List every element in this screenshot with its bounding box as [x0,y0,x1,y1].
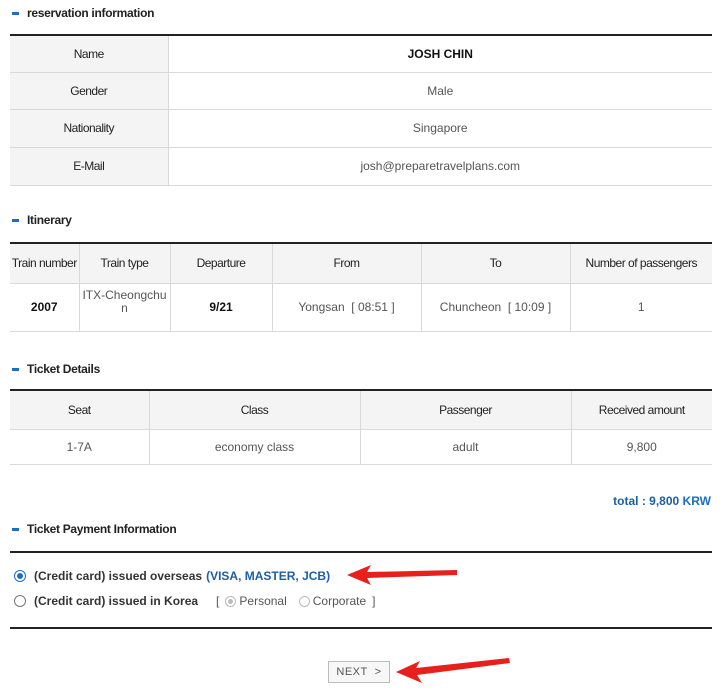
col-header: Passenger [360,390,572,430]
section-title-reservation: reservation information [12,6,154,20]
table-row: Name JOSH CHIN [10,35,712,73]
section-title-payment: Ticket Payment Information [12,522,177,536]
section-bullet [12,367,19,371]
personal-label: Personal [239,594,287,608]
table-row: Nationality Singapore [10,109,712,148]
col-header: Class [149,390,361,430]
next-button-label: NEXT > [336,666,382,678]
section-bullet [12,11,19,15]
table-row: E-Mail josh@preparetravelplans.com [10,147,712,186]
passenger-type-value: adult [360,429,572,465]
gender-label: Gender [10,72,169,110]
payment-option-korea[interactable]: (Credit card) issued in Korea [ Personal… [14,594,381,608]
total-label: total : 9,800 [613,494,680,508]
radio-personal[interactable] [225,595,237,607]
table-row: 1-7A economy class adult 9,800 [10,429,712,465]
nationality-value: Singapore [168,109,712,148]
col-header: Seat [10,390,150,430]
section-bullet [12,527,19,531]
col-header: Received amount [571,390,712,430]
annotation-arrow-icon [347,565,457,585]
itinerary-table: Train number Train type Departure From T… [10,242,712,332]
reservation-table: Name JOSH CHIN Gender Male Nationality S… [10,34,712,186]
col-header: To [421,243,571,284]
overseas-cards: (VISA, MASTER, JCB) [206,569,331,583]
total-currency: KRW [682,494,711,508]
section-title-itinerary: Itinerary [12,213,72,227]
bracket-open: [ [216,594,220,608]
departure-date: 9/21 [170,283,273,332]
corporate-label: Corporate [312,594,367,608]
table-header-row: Seat Class Passenger Received amount [10,390,712,430]
col-header: Train type [79,243,171,284]
amount-value: 9,800 [571,429,712,465]
train-number: 2007 [10,283,80,332]
email-value: josh@preparetravelplans.com [168,147,712,186]
to-station: Chuncheon [ 10:09 ] [421,283,571,332]
col-header: From [272,243,422,284]
overseas-label: (Credit card) issued overseas [34,569,203,583]
radio-overseas[interactable] [14,570,26,582]
name-value: JOSH CHIN [168,35,712,73]
table-row: 2007 ITX-Cheongchun 9/21 Yongsan [ 08:51… [10,283,712,332]
col-header: Train number [10,243,80,284]
col-header: Departure [170,243,273,284]
table-row: Gender Male [10,72,712,110]
total-amount: total : 9,800 KRW [613,494,711,508]
section-bullet [12,218,19,222]
annotation-arrow-icon [396,658,510,683]
bracket-close: ] [372,594,376,608]
section-title-text: Ticket Payment Information [27,522,177,536]
korea-label: (Credit card) issued in Korea [34,594,199,608]
korea-card-type-group: [ Personal Corporate ] [216,594,381,608]
name-label: Name [10,35,169,73]
radio-korea[interactable] [14,595,26,607]
class-value: economy class [149,429,361,465]
train-type: ITX-Cheongchun [79,283,171,332]
section-title-text: reservation information [27,6,155,20]
email-label: E-Mail [10,147,169,186]
col-header: Number of passengers [570,243,712,284]
nationality-label: Nationality [10,109,169,148]
table-header-row: Train number Train type Departure From T… [10,243,712,284]
section-title-text: Itinerary [27,213,72,227]
payment-option-overseas[interactable]: (Credit card) issued overseas (VISA, MAS… [14,569,330,583]
section-title-ticket: Ticket Details [12,362,100,376]
seat-value: 1-7A [10,429,150,465]
from-station: Yongsan [ 08:51 ] [272,283,422,332]
radio-corporate[interactable] [298,595,310,607]
passenger-count: 1 [570,283,712,332]
ticket-table: Seat Class Passenger Received amount 1-7… [10,389,712,465]
section-title-text: Ticket Details [27,362,100,376]
gender-value: Male [168,72,712,110]
next-button[interactable]: NEXT > [328,661,390,683]
